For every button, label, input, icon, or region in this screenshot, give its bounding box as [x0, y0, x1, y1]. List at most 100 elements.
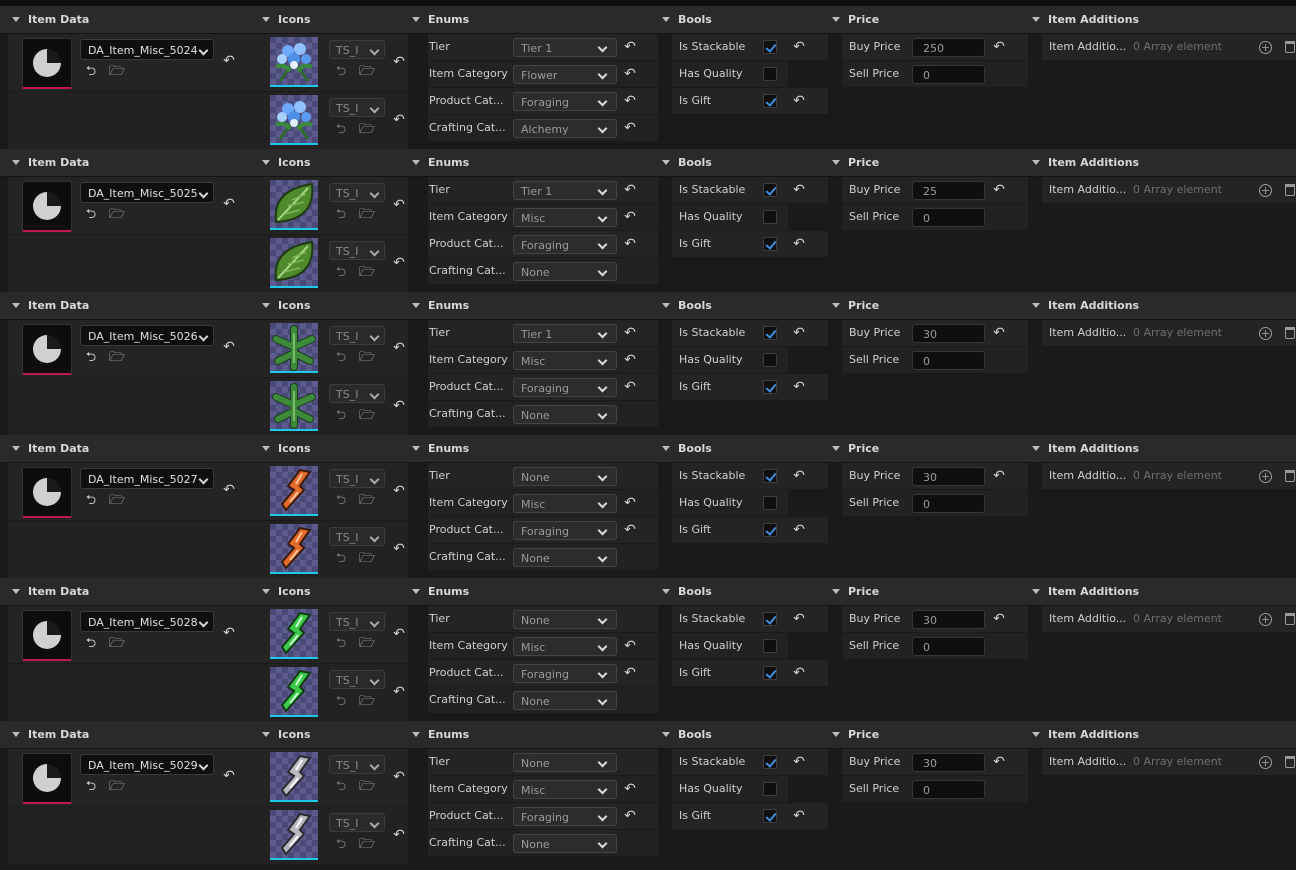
item-data-header[interactable]: Item Data [12, 292, 89, 319]
tier-select[interactable]: Tier 1 [513, 181, 617, 200]
browse-asset-icon[interactable]: 🗁 [359, 208, 375, 222]
trash-icon[interactable] [1285, 613, 1295, 625]
sell-price-input[interactable]: 0 [912, 351, 985, 370]
has-quality-checkbox[interactable] [763, 210, 777, 224]
reset-to-default-icon[interactable]: ↶ [992, 40, 1006, 54]
browse-asset-icon[interactable]: 🗁 [109, 65, 125, 79]
bools-header[interactable]: Bools [662, 435, 712, 462]
enums-header[interactable]: Enums [412, 292, 469, 319]
product-category-select[interactable]: Foraging [513, 664, 617, 683]
reset-to-default-icon[interactable]: ↶ [792, 612, 806, 626]
reset-to-default-icon[interactable]: ↶ [992, 612, 1006, 626]
asset-picker[interactable]: DA_Item_Misc_5029 [80, 754, 214, 775]
texture-preview[interactable] [270, 466, 318, 516]
is-gift-checkbox[interactable] [763, 237, 777, 251]
product-category-select[interactable]: Foraging [513, 235, 617, 254]
browse-asset-icon[interactable]: 🗁 [359, 123, 375, 137]
crafting-category-select[interactable]: None [513, 548, 617, 567]
item-additions-header[interactable]: Item Additions [1032, 292, 1139, 319]
texture-picker[interactable]: TS_I [329, 40, 385, 59]
tier-select[interactable]: None [513, 753, 617, 772]
is-gift-checkbox[interactable] [763, 523, 777, 537]
enums-header[interactable]: Enums [412, 721, 469, 748]
asset-thumbnail[interactable] [22, 610, 72, 661]
texture-preview[interactable] [270, 752, 318, 802]
crafting-category-select[interactable]: None [513, 691, 617, 710]
sell-price-input[interactable]: 0 [912, 780, 985, 799]
bools-header[interactable]: Bools [662, 721, 712, 748]
browse-asset-icon[interactable]: 🗁 [359, 494, 375, 508]
texture-picker[interactable]: TS_I [329, 384, 385, 403]
tier-select[interactable]: None [513, 467, 617, 486]
item-category-select[interactable]: Misc [513, 351, 617, 370]
product-category-select[interactable]: Foraging [513, 92, 617, 111]
add-element-icon[interactable]: + [1259, 327, 1272, 340]
item-category-select[interactable]: Flower [513, 65, 617, 84]
collapse-arrow-icon[interactable] [662, 160, 670, 165]
collapse-arrow-icon[interactable] [832, 303, 840, 308]
icons-header[interactable]: Icons [262, 435, 311, 462]
item-category-select[interactable]: Misc [513, 637, 617, 656]
collapse-arrow-icon[interactable] [1032, 160, 1040, 165]
product-category-select[interactable]: Foraging [513, 521, 617, 540]
buy-price-input[interactable]: 250 [912, 38, 985, 57]
texture-picker[interactable]: TS_I [329, 326, 385, 345]
enums-header[interactable]: Enums [412, 149, 469, 176]
item-additions-header[interactable]: Item Additions [1032, 149, 1139, 176]
sell-price-input[interactable]: 0 [912, 65, 985, 84]
item-additions-header[interactable]: Item Additions [1032, 578, 1139, 605]
collapse-arrow-icon[interactable] [262, 732, 270, 737]
collapse-arrow-icon[interactable] [262, 17, 270, 22]
tier-select[interactable]: Tier 1 [513, 38, 617, 57]
buy-price-input[interactable]: 30 [912, 753, 985, 772]
texture-preview[interactable] [270, 238, 318, 288]
reset-to-default-icon[interactable]: ↶ [222, 340, 236, 354]
crafting-category-select[interactable]: Alchemy [513, 119, 617, 138]
collapse-arrow-icon[interactable] [662, 589, 670, 594]
reset-to-default-icon[interactable]: ↶ [792, 183, 806, 197]
use-selected-icon[interactable]: ⮌ [84, 351, 98, 365]
item-data-header[interactable]: Item Data [12, 578, 89, 605]
reset-to-default-icon[interactable]: ↶ [392, 341, 406, 355]
has-quality-checkbox[interactable] [763, 496, 777, 510]
reset-to-default-icon[interactable]: ↶ [623, 67, 637, 81]
texture-preview[interactable] [270, 180, 318, 230]
texture-picker[interactable]: TS_I [329, 813, 385, 832]
texture-picker[interactable]: TS_I [329, 670, 385, 689]
icons-header[interactable]: Icons [262, 6, 311, 33]
use-selected-icon[interactable]: ⮌ [334, 695, 348, 709]
texture-picker[interactable]: TS_I [329, 98, 385, 117]
collapse-arrow-icon[interactable] [262, 589, 270, 594]
add-element-icon[interactable]: + [1259, 756, 1272, 769]
texture-preview[interactable] [270, 37, 318, 87]
collapse-arrow-icon[interactable] [412, 17, 420, 22]
reset-to-default-icon[interactable]: ↶ [222, 769, 236, 783]
texture-preview[interactable] [270, 95, 318, 145]
use-selected-icon[interactable]: ⮌ [334, 123, 348, 137]
use-selected-icon[interactable]: ⮌ [334, 552, 348, 566]
collapse-arrow-icon[interactable] [1032, 303, 1040, 308]
texture-picker[interactable]: TS_I [329, 755, 385, 774]
use-selected-icon[interactable]: ⮌ [334, 351, 348, 365]
is-stackable-checkbox[interactable] [763, 469, 777, 483]
asset-thumbnail[interactable] [22, 181, 72, 232]
add-element-icon[interactable]: + [1259, 613, 1272, 626]
collapse-arrow-icon[interactable] [262, 303, 270, 308]
reset-to-default-icon[interactable]: ↶ [623, 237, 637, 251]
use-selected-icon[interactable]: ⮌ [334, 65, 348, 79]
is-stackable-checkbox[interactable] [763, 40, 777, 54]
buy-price-input[interactable]: 30 [912, 324, 985, 343]
reset-to-default-icon[interactable]: ↶ [392, 828, 406, 842]
reset-to-default-icon[interactable]: ↶ [792, 469, 806, 483]
crafting-category-select[interactable]: None [513, 262, 617, 281]
has-quality-checkbox[interactable] [763, 782, 777, 796]
is-gift-checkbox[interactable] [763, 809, 777, 823]
reset-to-default-icon[interactable]: ↶ [792, 40, 806, 54]
item-data-header[interactable]: Item Data [12, 435, 89, 462]
use-selected-icon[interactable]: ⮌ [334, 780, 348, 794]
use-selected-icon[interactable]: ⮌ [334, 494, 348, 508]
reset-to-default-icon[interactable]: ↶ [623, 183, 637, 197]
icons-header[interactable]: Icons [262, 149, 311, 176]
browse-asset-icon[interactable]: 🗁 [359, 838, 375, 852]
reset-to-default-icon[interactable]: ↶ [792, 666, 806, 680]
